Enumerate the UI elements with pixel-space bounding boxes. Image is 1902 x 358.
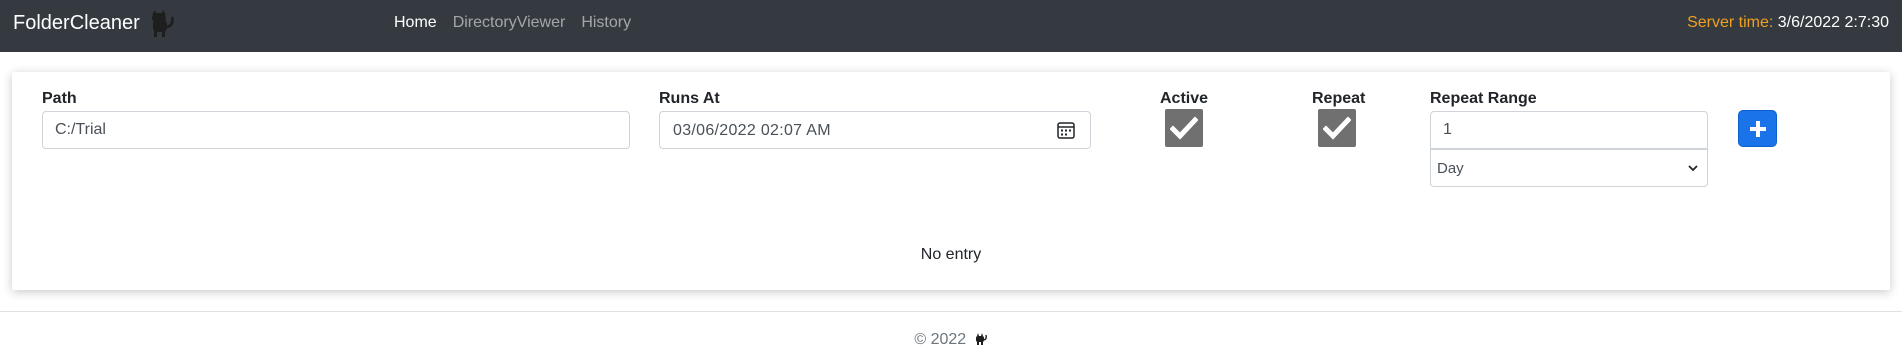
calendar-icon[interactable] bbox=[1056, 120, 1076, 140]
runs-at-input[interactable]: 03/06/2022 02:07 AM bbox=[659, 111, 1091, 149]
footer: © 2022 bbox=[0, 331, 1902, 349]
schedule-card: Path Runs At 03/06/2022 02:07 AM Active … bbox=[12, 72, 1890, 290]
cat-icon bbox=[975, 333, 987, 345]
repeat-unit-value: Day bbox=[1437, 160, 1464, 177]
repeat-label: Repeat bbox=[1312, 90, 1366, 107]
check-icon bbox=[1323, 116, 1351, 140]
copyright-text: © 2022 bbox=[914, 331, 967, 348]
repeat-unit-select[interactable]: Day bbox=[1430, 149, 1708, 187]
repeat-checkbox[interactable] bbox=[1318, 109, 1356, 147]
add-button[interactable] bbox=[1738, 110, 1777, 147]
nav-history[interactable]: History bbox=[581, 13, 631, 33]
nav-links: Home DirectoryViewer History bbox=[394, 13, 631, 33]
active-label: Active bbox=[1160, 90, 1209, 107]
brand-title: FolderCleaner bbox=[13, 11, 140, 34]
repeat-range-input[interactable] bbox=[1430, 111, 1708, 149]
server-time-label: Server time: bbox=[1687, 14, 1774, 31]
path-input[interactable] bbox=[42, 111, 630, 149]
chevron-down-icon bbox=[1688, 165, 1698, 172]
check-icon bbox=[1170, 116, 1198, 140]
plus-icon bbox=[1749, 120, 1766, 137]
nav-home[interactable]: Home bbox=[394, 13, 437, 33]
footer-divider bbox=[0, 311, 1902, 312]
repeat-range-label: Repeat Range bbox=[1430, 90, 1537, 107]
navbar: FolderCleaner Home DirectoryViewer Histo… bbox=[0, 0, 1902, 52]
cat-icon bbox=[151, 10, 174, 37]
runs-at-value: 03/06/2022 02:07 AM bbox=[673, 122, 831, 139]
server-time-value: 3/6/2022 2:7:30 bbox=[1777, 14, 1889, 31]
brand-link[interactable]: FolderCleaner bbox=[13, 8, 178, 38]
active-checkbox[interactable] bbox=[1165, 109, 1203, 147]
runs-at-label: Runs At bbox=[659, 90, 720, 107]
empty-table-message: No entry bbox=[920, 246, 982, 263]
nav-directory-viewer[interactable]: DirectoryViewer bbox=[453, 13, 566, 33]
server-time: Server time: 3/6/2022 2:7:30 bbox=[1687, 13, 1889, 33]
path-label: Path bbox=[42, 90, 77, 107]
